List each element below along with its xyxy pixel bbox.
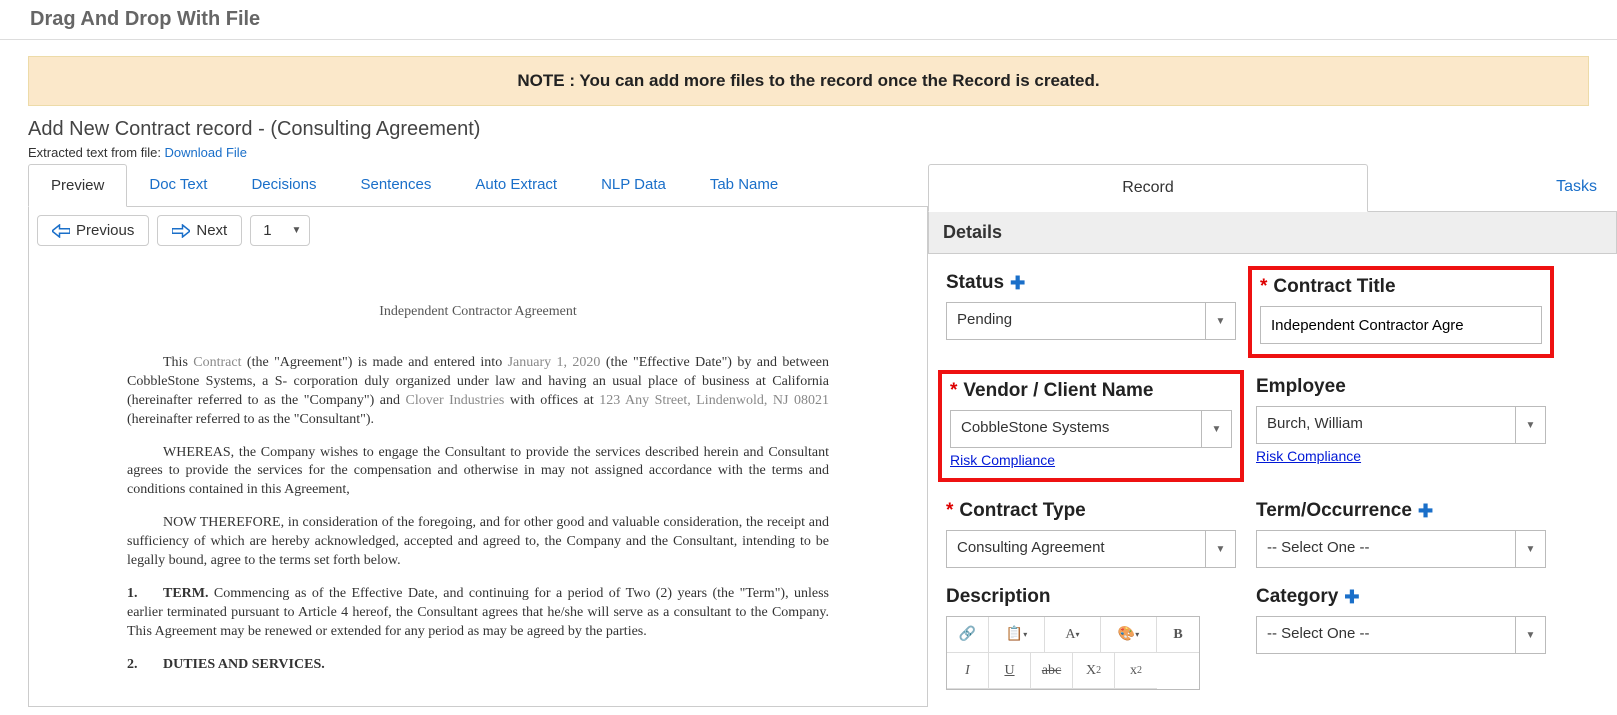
extracted-text-row: Extracted text from file: Download File bbox=[0, 145, 1617, 164]
field-category: Category ✚ -- Select One -- ▼ bbox=[1256, 586, 1546, 690]
details-header: Details bbox=[928, 212, 1617, 254]
tab-sentences[interactable]: Sentences bbox=[338, 164, 453, 206]
document-paragraph: WHEREAS, the Company wishes to engage th… bbox=[127, 444, 829, 501]
tab-tab-name[interactable]: Tab Name bbox=[688, 164, 800, 206]
rte-italic-button[interactable]: I bbox=[947, 653, 989, 689]
tab-doc-text[interactable]: Doc Text bbox=[127, 164, 229, 206]
chevron-down-icon: ▼ bbox=[1206, 302, 1236, 340]
field-term-occurrence: Term/Occurrence ✚ -- Select One -- ▼ bbox=[1256, 500, 1546, 568]
left-tabs: Preview Doc Text Decisions Sentences Aut… bbox=[28, 164, 928, 207]
note-banner: NOTE : You can add more files to the rec… bbox=[28, 56, 1589, 106]
document-title: Independent Contractor Agreement bbox=[127, 304, 829, 320]
rte-strike-button[interactable]: abc bbox=[1031, 653, 1073, 689]
vendor-value: CobbleStone Systems bbox=[950, 410, 1202, 448]
rte-font-icon[interactable]: A ▾ bbox=[1045, 617, 1101, 653]
document-numbered-item: 2.DUTIES AND SERVICES. bbox=[127, 656, 829, 675]
required-marker: * bbox=[1260, 276, 1267, 298]
status-value: Pending bbox=[946, 302, 1206, 340]
page-select[interactable]: 1 ▼ bbox=[250, 215, 310, 246]
plus-icon[interactable]: ✚ bbox=[1010, 273, 1025, 294]
document-preview: Independent Contractor Agreement This Co… bbox=[37, 256, 919, 698]
chevron-down-icon: ▼ bbox=[1516, 406, 1546, 444]
employee-select[interactable]: Burch, William ▼ bbox=[1256, 406, 1546, 444]
required-marker: * bbox=[950, 380, 957, 402]
category-label: Category bbox=[1256, 586, 1338, 608]
required-marker: * bbox=[946, 500, 953, 522]
chevron-down-icon: ▼ bbox=[292, 225, 302, 236]
rte-superscript-button[interactable]: x2 bbox=[1115, 653, 1157, 689]
page-number: 1 bbox=[263, 222, 271, 239]
tab-decisions[interactable]: Decisions bbox=[229, 164, 338, 206]
field-description: Description 🔗 📋 ▾ A ▾ 🎨 ▾ B I U abc X2 bbox=[946, 586, 1236, 690]
risk-compliance-link[interactable]: Risk Compliance bbox=[950, 452, 1055, 468]
rte-color-icon[interactable]: 🎨 ▾ bbox=[1101, 617, 1157, 653]
tab-nlp-data[interactable]: NLP Data bbox=[579, 164, 688, 206]
rich-text-toolbar: 🔗 📋 ▾ A ▾ 🎨 ▾ B I U abc X2 x2 bbox=[946, 616, 1200, 690]
next-button[interactable]: Next bbox=[157, 215, 242, 246]
page-subtitle: Add New Contract record - (Consulting Ag… bbox=[0, 118, 1617, 145]
category-value: -- Select One -- bbox=[1256, 616, 1516, 654]
contract-type-select[interactable]: Consulting Agreement ▼ bbox=[946, 530, 1236, 568]
arrow-right-icon bbox=[172, 224, 190, 238]
chevron-down-icon: ▼ bbox=[1206, 530, 1236, 568]
chevron-down-icon: ▼ bbox=[1202, 410, 1232, 448]
term-select[interactable]: -- Select One -- ▼ bbox=[1256, 530, 1546, 568]
field-status: Status ✚ Pending ▼ bbox=[946, 272, 1236, 358]
employee-label: Employee bbox=[1256, 376, 1346, 398]
chevron-down-icon: ▼ bbox=[1516, 616, 1546, 654]
document-numbered-item: 1.TERM. Commencing as of the Effective D… bbox=[127, 585, 829, 642]
term-value: -- Select One -- bbox=[1256, 530, 1516, 568]
contract-type-label: Contract Type bbox=[959, 500, 1085, 522]
vendor-select[interactable]: CobbleStone Systems ▼ bbox=[950, 410, 1232, 448]
term-label: Term/Occurrence bbox=[1256, 500, 1412, 522]
rte-link-icon[interactable]: 🔗 bbox=[947, 617, 989, 653]
preview-body: Previous Next 1 ▼ Independent Contractor… bbox=[28, 207, 928, 707]
field-contract-type: * Contract Type Consulting Agreement ▼ bbox=[946, 500, 1236, 568]
previous-label: Previous bbox=[76, 222, 134, 239]
rte-underline-button[interactable]: U bbox=[989, 653, 1031, 689]
field-employee: Employee Burch, William ▼ Risk Complianc… bbox=[1256, 376, 1546, 482]
field-vendor-client: * Vendor / Client Name CobbleStone System… bbox=[938, 370, 1244, 482]
plus-icon[interactable]: ✚ bbox=[1344, 587, 1359, 608]
tab-preview[interactable]: Preview bbox=[28, 164, 127, 207]
pager-row: Previous Next 1 ▼ bbox=[37, 215, 919, 246]
tab-tasks[interactable]: Tasks bbox=[1536, 164, 1617, 211]
page-title: Drag And Drop With File bbox=[0, 0, 1617, 40]
category-select[interactable]: -- Select One -- ▼ bbox=[1256, 616, 1546, 654]
description-label: Description bbox=[946, 586, 1051, 608]
arrow-left-icon bbox=[52, 224, 70, 238]
next-label: Next bbox=[196, 222, 227, 239]
rte-paste-icon[interactable]: 📋 ▾ bbox=[989, 617, 1045, 653]
vendor-label: Vendor / Client Name bbox=[963, 380, 1153, 402]
field-contract-title: * Contract Title bbox=[1248, 266, 1554, 358]
extracted-prefix: Extracted text from file: bbox=[28, 145, 165, 160]
contract-type-value: Consulting Agreement bbox=[946, 530, 1206, 568]
details-form: Status ✚ Pending ▼ * Contract Title bbox=[928, 254, 1617, 708]
contract-title-input[interactable] bbox=[1260, 306, 1542, 344]
employee-value: Burch, William bbox=[1256, 406, 1516, 444]
chevron-down-icon: ▼ bbox=[1516, 530, 1546, 568]
document-paragraph: This Contract (the "Agreement") is made … bbox=[127, 354, 829, 430]
contract-title-label: Contract Title bbox=[1273, 276, 1395, 298]
document-paragraph: NOW THEREFORE, in consideration of the f… bbox=[127, 514, 829, 571]
risk-compliance-link[interactable]: Risk Compliance bbox=[1256, 448, 1361, 464]
status-label: Status bbox=[946, 272, 1004, 294]
download-file-link[interactable]: Download File bbox=[165, 145, 247, 160]
right-tabs: Record Tasks bbox=[928, 164, 1617, 212]
previous-button[interactable]: Previous bbox=[37, 215, 149, 246]
tab-record[interactable]: Record bbox=[928, 164, 1368, 212]
plus-icon[interactable]: ✚ bbox=[1418, 501, 1433, 522]
rte-bold-button[interactable]: B bbox=[1157, 617, 1199, 653]
status-select[interactable]: Pending ▼ bbox=[946, 302, 1236, 340]
tab-auto-extract[interactable]: Auto Extract bbox=[453, 164, 579, 206]
rte-subscript-button[interactable]: X2 bbox=[1073, 653, 1115, 689]
